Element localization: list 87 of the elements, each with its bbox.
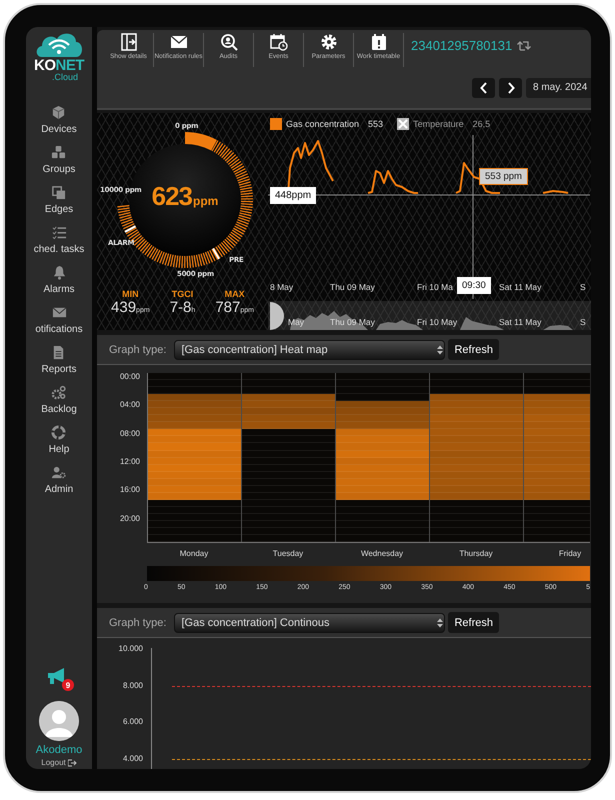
calendar-alert-icon: [370, 33, 388, 51]
swap-icon[interactable]: [517, 40, 532, 51]
sidebar-item[interactable]: Devices: [41, 97, 77, 135]
refresh-button[interactable]: Refresh: [448, 339, 500, 360]
hour-label: 16:00: [120, 485, 140, 494]
gauge-marker: [212, 248, 220, 260]
date-field[interactable]: 8 may. 2024: [526, 78, 591, 98]
lifebuoy-icon: [51, 425, 66, 440]
checklist-icon: [52, 225, 66, 240]
logo-wordmark: KONET: [34, 58, 84, 73]
cubes-icon: [51, 145, 66, 160]
bell-icon: [52, 265, 66, 280]
axis-label: Sat 11 May: [499, 282, 542, 292]
notification-badge: 9: [62, 679, 74, 691]
avatar[interactable]: [39, 701, 79, 741]
navigator-label: S: [580, 317, 586, 327]
user-gear-icon: [51, 465, 66, 480]
hour-label: 12:00: [120, 456, 140, 466]
axis-label: Fri 10 Ma: [417, 282, 453, 292]
axis-label: Thu 09 May: [330, 282, 375, 292]
next-button[interactable]: [499, 78, 522, 98]
sidebar-item[interactable]: Backlog: [41, 377, 77, 415]
cross-icon: [397, 118, 410, 130]
hour-label: 20:00: [120, 514, 140, 523]
previous-button[interactable]: [472, 78, 495, 98]
navigator-label: Fri 10 May: [417, 317, 458, 327]
stat-label: MAX: [224, 289, 245, 299]
sidebar-item[interactable]: Admin: [44, 457, 74, 495]
value-marker-label: 448ppm: [270, 187, 316, 204]
envelope-icon: [52, 305, 66, 320]
hour-label: 04:00: [120, 400, 140, 410]
logout-link[interactable]: Logout: [41, 758, 77, 767]
envelope-icon: [170, 33, 188, 51]
tooltip: 553 ppm: [479, 168, 528, 185]
stat-label: TGCI: [172, 289, 194, 299]
stat-value: 7-8: [170, 299, 192, 316]
gauge-value: 623: [152, 181, 192, 212]
gauge-unit: ppm: [193, 194, 218, 208]
stat-value: 787: [215, 299, 240, 316]
chevron-left-icon: [480, 82, 488, 94]
hour-label: 00:00: [120, 372, 140, 381]
user-name: Akodemo: [36, 744, 82, 756]
day-label: Tuesday: [272, 549, 304, 558]
y-axis-label: 4.000: [122, 754, 143, 762]
graph-type-label: Graph type:: [109, 344, 166, 356]
stat-value: 439: [111, 299, 136, 316]
day-label: Wednesday: [360, 549, 404, 558]
axis-label: 8 May: [270, 282, 294, 292]
sidebar-item[interactable]: ched. tasks: [34, 217, 84, 255]
stat-label: MIN: [122, 289, 139, 299]
axis-label: S: [580, 282, 586, 292]
sidebar-item[interactable]: otifications: [35, 297, 83, 335]
sidebar-item[interactable]: Edges: [44, 177, 74, 215]
cube-icon: [51, 105, 66, 120]
stepper-arrows-icon: [436, 344, 444, 356]
gears-icon: [51, 385, 66, 400]
sidebar-item[interactable]: Alarms: [43, 257, 75, 295]
navigator-label: Sat 11 May: [499, 317, 542, 327]
chevron-right-icon: [506, 82, 514, 94]
hour-label: 08:00: [120, 428, 140, 438]
y-axis-label: 8.000: [122, 682, 143, 690]
boxes-icon: [51, 185, 66, 200]
cursor-time-label: 09:30: [457, 277, 491, 294]
gauge-marker: [124, 225, 136, 233]
refresh-button[interactable]: Refresh: [448, 612, 500, 633]
navigator-label: Thu 09 May: [330, 317, 375, 327]
legend-item[interactable]: Temperature 26,5: [397, 118, 490, 130]
legend-item[interactable]: Gas concentration 553: [270, 118, 384, 130]
stepper-arrows-icon: [436, 616, 444, 628]
graph-type-select[interactable]: [Gas concentration] Heat map: [174, 340, 446, 360]
day-label: Monday: [180, 549, 208, 558]
sidebar-item[interactable]: Help: [48, 417, 70, 455]
day-label: Thursday: [459, 549, 493, 558]
graph-type-label: Graph type:: [109, 616, 166, 628]
sidebar-item[interactable]: Groups: [42, 137, 76, 175]
calendar-clock-icon: [270, 33, 288, 51]
device-id: 23401295780131: [411, 38, 512, 53]
y-axis-label: 6.000: [122, 718, 143, 726]
logo-suffix: .Cloud: [52, 73, 78, 82]
sidebar-item[interactable]: Reports: [41, 337, 76, 375]
y-axis-label: 10.000: [118, 645, 143, 653]
navigator-handle[interactable]: [270, 302, 284, 330]
day-label: Friday: [558, 549, 582, 558]
graph-type-select[interactable]: [Gas concentration] Continous: [174, 612, 446, 632]
magnifier-icon: [220, 33, 238, 51]
gear-icon: [320, 33, 338, 51]
exit-icon: [68, 758, 77, 766]
